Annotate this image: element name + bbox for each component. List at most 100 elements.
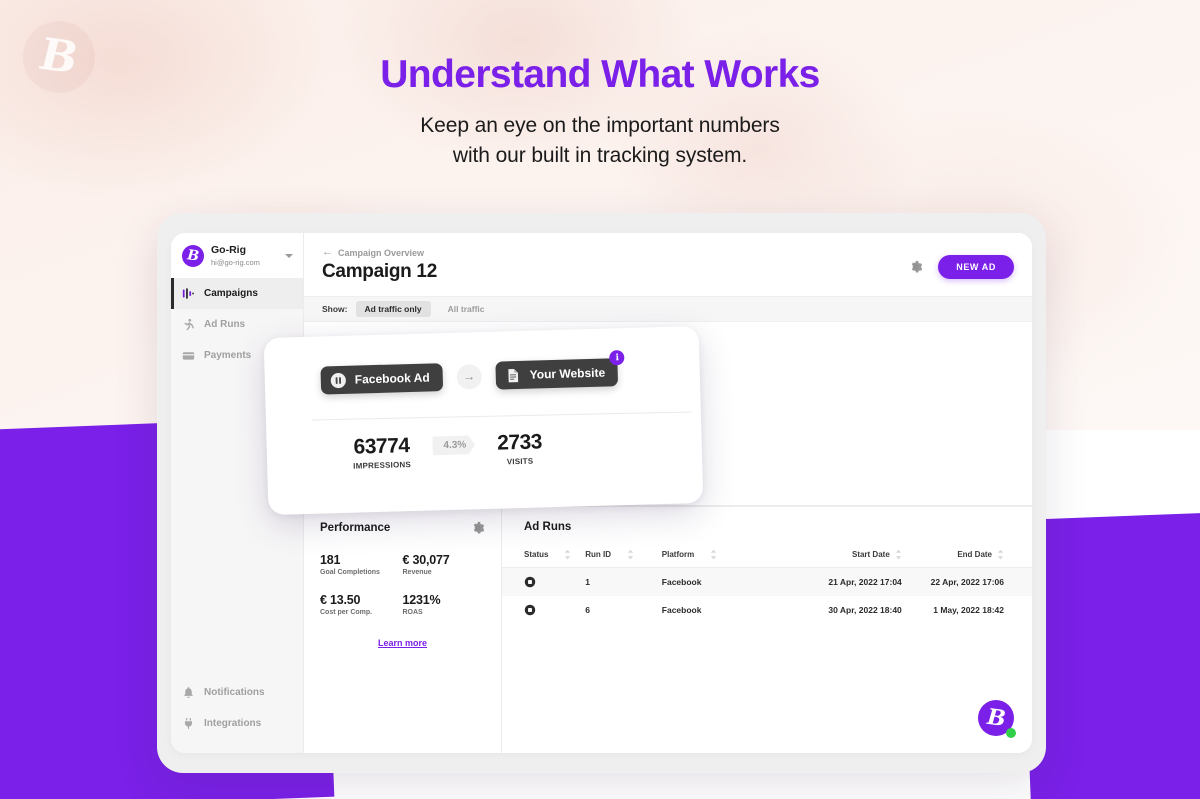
column-header-label: Start Date	[851, 550, 890, 559]
cell-end-date: 22 Apr, 2022 17:06	[901, 567, 1032, 596]
kpi-cost-per-comp: € 13.50 Cost per Comp.	[320, 593, 403, 616]
page-header: ← Campaign Overview Campaign 12 NEW AD	[304, 233, 1032, 283]
page-title: Campaign 12	[322, 261, 437, 282]
sort-icon[interactable]	[564, 549, 571, 560]
column-header-label: Run ID	[585, 550, 612, 559]
account-email: hi@go-rig.com	[211, 257, 260, 267]
sidebar-item-campaigns[interactable]: Campaigns	[171, 278, 303, 310]
column-header-run-id[interactable]: Run ID	[585, 545, 662, 568]
kpi-value: 1231%	[402, 593, 441, 607]
cell-end-date: 1 May, 2022 18:42	[933, 605, 1004, 615]
stat-visits: 2733 VISITS	[496, 430, 543, 466]
background-purple-wedge-right	[1020, 506, 1200, 799]
sidebar-item-notifications[interactable]: Notifications	[171, 677, 303, 708]
sort-icon[interactable]	[627, 549, 634, 560]
sidebar-item-ad-runs[interactable]: Ad Runs	[171, 309, 303, 340]
hero-subhead: Keep an eye on the important numbers wit…	[0, 111, 1200, 171]
funnel-target-chip[interactable]: Your Website i	[495, 350, 625, 390]
stat-value: 2733	[496, 430, 543, 455]
funnel-source-label: Facebook Ad	[354, 370, 430, 387]
page-header-actions: NEW AD	[909, 247, 1014, 279]
stop-circle-icon	[524, 604, 536, 616]
kpi-grid: 181 Goal Completions € 30,077 Revenue € …	[320, 553, 485, 616]
ad-runs-table-head: Status Run ID Platform Start Date End Da…	[502, 545, 1032, 568]
kpi-value: € 30,077	[402, 553, 450, 567]
info-badge-icon[interactable]: i	[609, 350, 625, 366]
sidebar-item-label: Notifications	[204, 687, 265, 698]
funnel-overlay-card: Facebook Ad → Your Website i 63774 IMPRE…	[263, 325, 704, 516]
document-icon	[508, 368, 519, 382]
column-header-start-date[interactable]: Start Date	[771, 545, 902, 568]
account-name: Go-Rig	[211, 244, 246, 256]
sidebar-item-label: Payments	[204, 350, 252, 362]
cell-status	[502, 567, 586, 596]
back-arrow-icon[interactable]: ←	[322, 247, 333, 258]
sidebar-item-integrations[interactable]: Integrations	[171, 708, 303, 739]
cell-status	[502, 596, 585, 624]
lower-panels: Performance 181 Goal Completions € 30,07…	[304, 506, 1032, 753]
sidebar-item-label: Integrations	[204, 718, 262, 729]
stat-label: IMPRESSIONS	[353, 460, 412, 471]
hero-subhead-line-2: with our built in tracking system.	[452, 143, 748, 167]
sort-icon[interactable]	[997, 549, 1004, 560]
filter-ad-traffic-only[interactable]: Ad traffic only	[355, 301, 431, 317]
breadcrumb[interactable]: ← Campaign Overview	[322, 247, 437, 258]
ad-runs-table-body: 1 Facebook 21 Apr, 2022 17:04 22 Apr, 20…	[502, 567, 1032, 625]
overlay-divider	[311, 411, 692, 421]
kpi-label: Revenue	[402, 569, 432, 576]
column-header-label: Platform	[661, 550, 695, 559]
performance-title: Performance	[320, 522, 391, 534]
funnel-stats: 63774 IMPRESSIONS 4.3% 2733 VISITS	[322, 428, 674, 472]
column-header-status[interactable]: Status	[502, 545, 586, 568]
sidebar-item-label: Campaigns	[204, 288, 258, 300]
sidebar-item-label: Ad Runs	[204, 319, 246, 331]
kpi-value: 181	[320, 553, 341, 567]
chevron-down-icon[interactable]	[285, 253, 293, 258]
page-header-left: ← Campaign Overview Campaign 12	[322, 247, 437, 283]
funnel-flow: Facebook Ad → Your Website i	[320, 350, 672, 395]
table-row[interactable]: 1 Facebook 21 Apr, 2022 17:04 22 Apr, 20…	[502, 567, 1032, 596]
stat-value: 63774	[353, 434, 410, 459]
column-header-platform[interactable]: Platform	[661, 545, 772, 568]
breadcrumb-label[interactable]: Campaign Overview	[338, 248, 424, 258]
sort-icon[interactable]	[895, 549, 902, 560]
table-row[interactable]: 6 Facebook 30 Apr, 2022 18:40 1 May, 202…	[502, 596, 1032, 624]
ad-runs-panel: Ad Runs Status Run ID Platform Start Dat…	[502, 507, 1032, 753]
table-header-row: Status Run ID Platform Start Date End Da…	[502, 545, 1032, 568]
plug-icon	[184, 717, 193, 730]
cell-platform: Facebook	[661, 605, 702, 615]
cell-run-id: 6	[585, 605, 590, 615]
kpi-label: Cost per Comp.	[320, 609, 373, 616]
traffic-filter-bar: Show: Ad traffic only All traffic	[304, 296, 1032, 322]
filter-all-traffic[interactable]: All traffic	[439, 301, 494, 317]
learn-more-link[interactable]: Learn more	[320, 638, 485, 648]
bell-icon	[184, 687, 193, 698]
facebook-ad-icon	[330, 372, 346, 388]
kpi-value: € 13.50	[320, 593, 361, 607]
sort-icon[interactable]	[710, 549, 717, 560]
flow-arrow-icon: →	[456, 363, 483, 390]
wallet-icon	[182, 352, 195, 360]
stat-impressions: 63774 IMPRESSIONS	[352, 434, 412, 471]
funnel-source-chip[interactable]: Facebook Ad	[320, 363, 444, 395]
kpi-label: Goal Completions	[320, 569, 380, 576]
hero-text-block: Understand What Works Keep an eye on the…	[0, 53, 1200, 171]
hero-headline: Understand What Works	[380, 53, 820, 96]
bar-chart-icon	[182, 288, 194, 300]
kpi-label: ROAS	[402, 609, 423, 616]
new-ad-button[interactable]: NEW AD	[938, 255, 1014, 279]
column-header-label: Status	[524, 550, 549, 559]
ad-runs-title: Ad Runs	[524, 521, 572, 533]
ad-runs-table: Status Run ID Platform Start Date End Da…	[502, 545, 1032, 624]
account-switcher[interactable]: B Go-Rig hi@go-rig.com	[171, 233, 303, 279]
gear-icon[interactable]	[909, 260, 923, 274]
column-header-end-date[interactable]: End Date	[901, 545, 1032, 568]
column-header-label: End Date	[957, 550, 992, 559]
kpi-revenue: € 30,077 Revenue	[403, 553, 486, 576]
funnel-overlay-inner: Facebook Ad → Your Website i 63774 IMPRE…	[264, 326, 703, 473]
show-label: Show:	[322, 304, 348, 314]
cell-start-date: 21 Apr, 2022 17:04	[771, 567, 902, 596]
cell-platform: Facebook	[661, 567, 772, 596]
conversion-rate-chip: 4.3%	[432, 435, 475, 455]
gear-icon[interactable]	[471, 521, 485, 535]
